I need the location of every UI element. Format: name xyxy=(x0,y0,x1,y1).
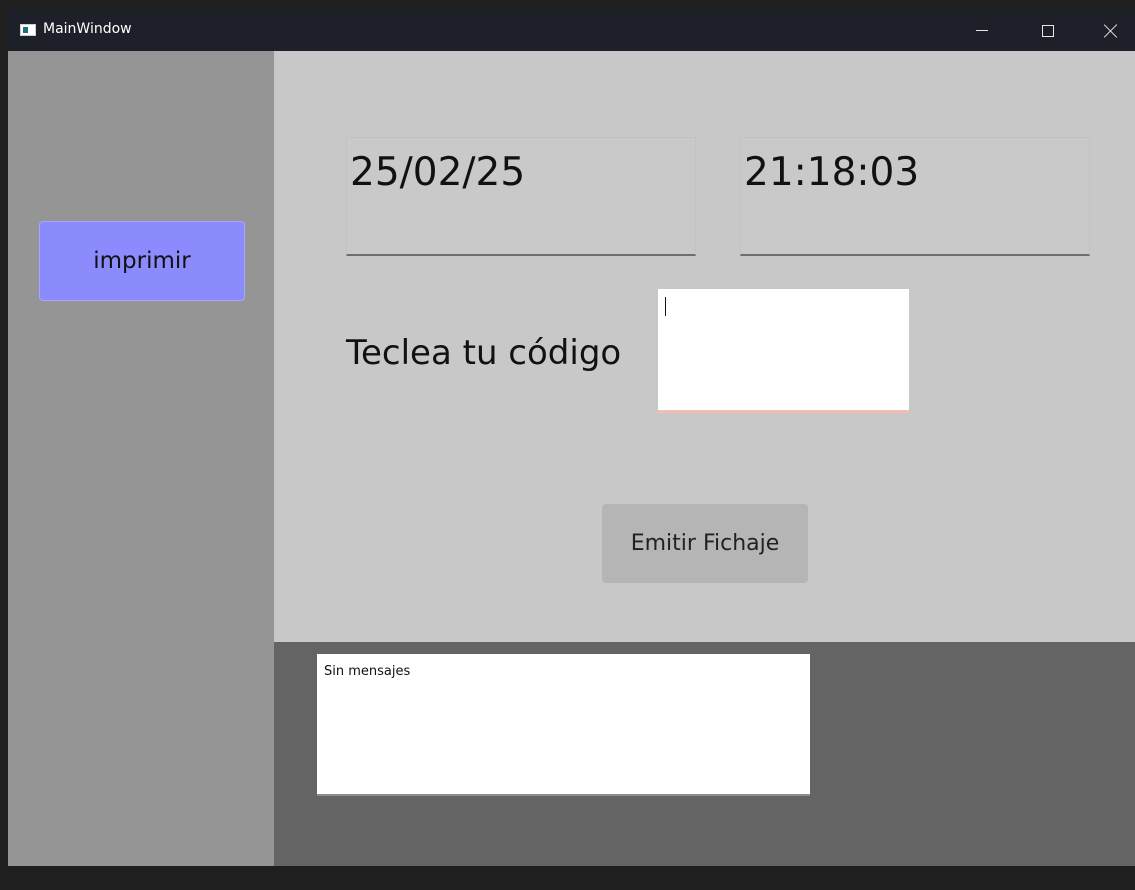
title-bar[interactable]: MainWindow xyxy=(8,10,1135,51)
code-input[interactable] xyxy=(658,289,909,413)
date-field[interactable]: 25/02/25 xyxy=(346,137,696,256)
maximize-icon xyxy=(1042,25,1054,37)
close-button[interactable] xyxy=(1088,10,1134,51)
messages-panel: Sin mensajes xyxy=(274,642,1135,866)
close-icon xyxy=(1103,23,1119,39)
main-window: MainWindow imprimir 25/02/25 21:18:03 Te… xyxy=(8,10,1135,866)
messages-text: Sin mensajes xyxy=(324,664,411,679)
minimize-icon xyxy=(976,30,988,31)
emit-button[interactable]: Emitir Fichaje xyxy=(602,504,808,583)
date-value: 25/02/25 xyxy=(350,150,526,195)
app-icon xyxy=(20,24,36,36)
sidebar: imprimir xyxy=(8,51,274,866)
maximize-button[interactable] xyxy=(1025,10,1071,51)
clock-panel: 25/02/25 21:18:03 Teclea tu código Emiti… xyxy=(274,51,1135,642)
messages-box[interactable]: Sin mensajes xyxy=(317,654,810,796)
print-button[interactable]: imprimir xyxy=(39,221,245,301)
minimize-button[interactable] xyxy=(960,10,1006,51)
time-value: 21:18:03 xyxy=(744,150,920,195)
window-title: MainWindow xyxy=(43,21,132,37)
window-bottom-strip xyxy=(0,866,1135,890)
time-field[interactable]: 21:18:03 xyxy=(740,137,1090,256)
text-cursor xyxy=(665,297,667,316)
code-label: Teclea tu código xyxy=(346,333,622,373)
